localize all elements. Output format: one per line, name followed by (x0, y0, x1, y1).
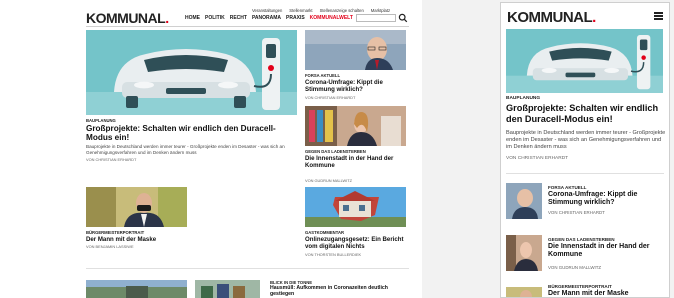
article-image[interactable] (506, 235, 542, 271)
article-kicker: BÜRGERMEISTERPORTRAIT (86, 230, 145, 235)
article-title[interactable]: Der Mann mit der Maske (548, 290, 666, 297)
article-image[interactable] (305, 187, 406, 227)
section-divider (86, 268, 409, 269)
mobile-view: KOMMUNAL. BAUPLANUNG Großprojekte: Schal… (500, 2, 670, 298)
article-image[interactable] (305, 106, 406, 146)
article-author: VON GUDRUN MALLWITZ (305, 178, 353, 183)
article-image[interactable] (86, 187, 187, 227)
article-author: VON CHRISTIAN ERHARDT (305, 95, 356, 100)
article-kicker: BÜRGERMEISTERPORTRAIT (548, 284, 612, 289)
utility-link[interactable]: Stellenanzeige schalten (320, 8, 364, 13)
article-author: VON CHRISTIAN ERHARDT (548, 210, 605, 215)
main-nav: HOME POLITIK RECHT PANORAMA PRAXIS KOMMU… (185, 15, 353, 21)
hero-image[interactable] (86, 30, 297, 115)
utility-link[interactable]: Veranstaltungen (252, 8, 282, 13)
nav-item[interactable]: HOME (185, 15, 200, 21)
article-author: VON THORSTEN BULLERDIEK (305, 252, 362, 257)
nav-item[interactable]: POLITIK (205, 15, 225, 21)
article-title[interactable]: Die Innenstadt in der Hand der Kommune (548, 243, 666, 259)
site-logo[interactable]: KOMMUNAL. (86, 10, 169, 26)
article-kicker: FORSA AKTUELL (305, 73, 341, 78)
section-divider (506, 173, 664, 174)
hero-kicker: BAUPLANUNG (506, 96, 541, 101)
hamburger-menu-icon[interactable] (654, 12, 663, 20)
article-title[interactable]: Corona-Umfrage: Kippt die Stimmung wirkl… (548, 191, 666, 207)
site-logo[interactable]: KOMMUNAL. (507, 9, 596, 26)
article-kicker: GEGEN DAS LADENSTERBEN (305, 149, 366, 154)
nav-item-highlight[interactable]: KOMMUNALWELT (310, 15, 353, 21)
nav-item[interactable]: RECHT (230, 15, 247, 21)
article-title[interactable]: Die Innenstadt in der Hand der Kommune (305, 155, 405, 169)
article-image[interactable] (86, 280, 187, 298)
article-image[interactable] (195, 280, 260, 298)
hero-kicker: BAUPLANUNG (86, 118, 116, 123)
desktop-view: Veranstaltungen Stellenmarkt Stellenanze… (0, 0, 422, 298)
article-kicker: GEGEN DAS LADENSTERBEN (548, 237, 615, 242)
hero-teaser: Bauprojekte in Deutschland werden immer … (86, 144, 285, 155)
hero-author: VON CHRISTIAN ERHARDT (86, 157, 137, 162)
article-author: VON BENJAMIN LASSIWE (86, 244, 134, 249)
article-image[interactable] (305, 30, 406, 70)
article-kicker: GASTKOMMENTAR (305, 230, 345, 235)
utility-nav: Veranstaltungen Stellenmarkt Stellenanze… (252, 8, 390, 13)
search-input[interactable] (356, 14, 396, 22)
utility-link[interactable]: Marktplatz (371, 8, 390, 13)
hero-author: VON CHRISTIAN ERHARDT (506, 156, 569, 161)
nav-item[interactable]: PRAXIS (286, 15, 305, 21)
article-image[interactable] (506, 287, 542, 297)
article-title[interactable]: Onlinezugangsgesetz: Ein Bericht vom dig… (305, 236, 409, 250)
hero-image[interactable] (506, 29, 663, 93)
article-title[interactable]: Hausmüll: Aufkommen in Coronazeiten deut… (270, 285, 398, 298)
article-title[interactable]: Corona-Umfrage: Kippt die Stimmung wirkl… (305, 79, 405, 93)
header-divider (86, 26, 409, 27)
utility-link[interactable]: Stellenmarkt (289, 8, 312, 13)
article-kicker: FORSA AKTUELL (548, 185, 587, 190)
nav-item[interactable]: PANORAMA (252, 15, 281, 21)
hero-teaser: Bauprojekte in Deutschland werden immer … (506, 130, 666, 150)
article-image[interactable] (506, 183, 542, 219)
hero-title[interactable]: Großprojekte: Schalten wir endlich den D… (86, 124, 301, 143)
hero-title[interactable]: Großprojekte: Schalten wir endlich den D… (506, 103, 666, 124)
search-icon[interactable] (398, 13, 408, 23)
article-title[interactable]: Der Mann mit der Maske (86, 236, 186, 243)
article-author: VON GUDRUN MALLWITZ (548, 265, 602, 270)
